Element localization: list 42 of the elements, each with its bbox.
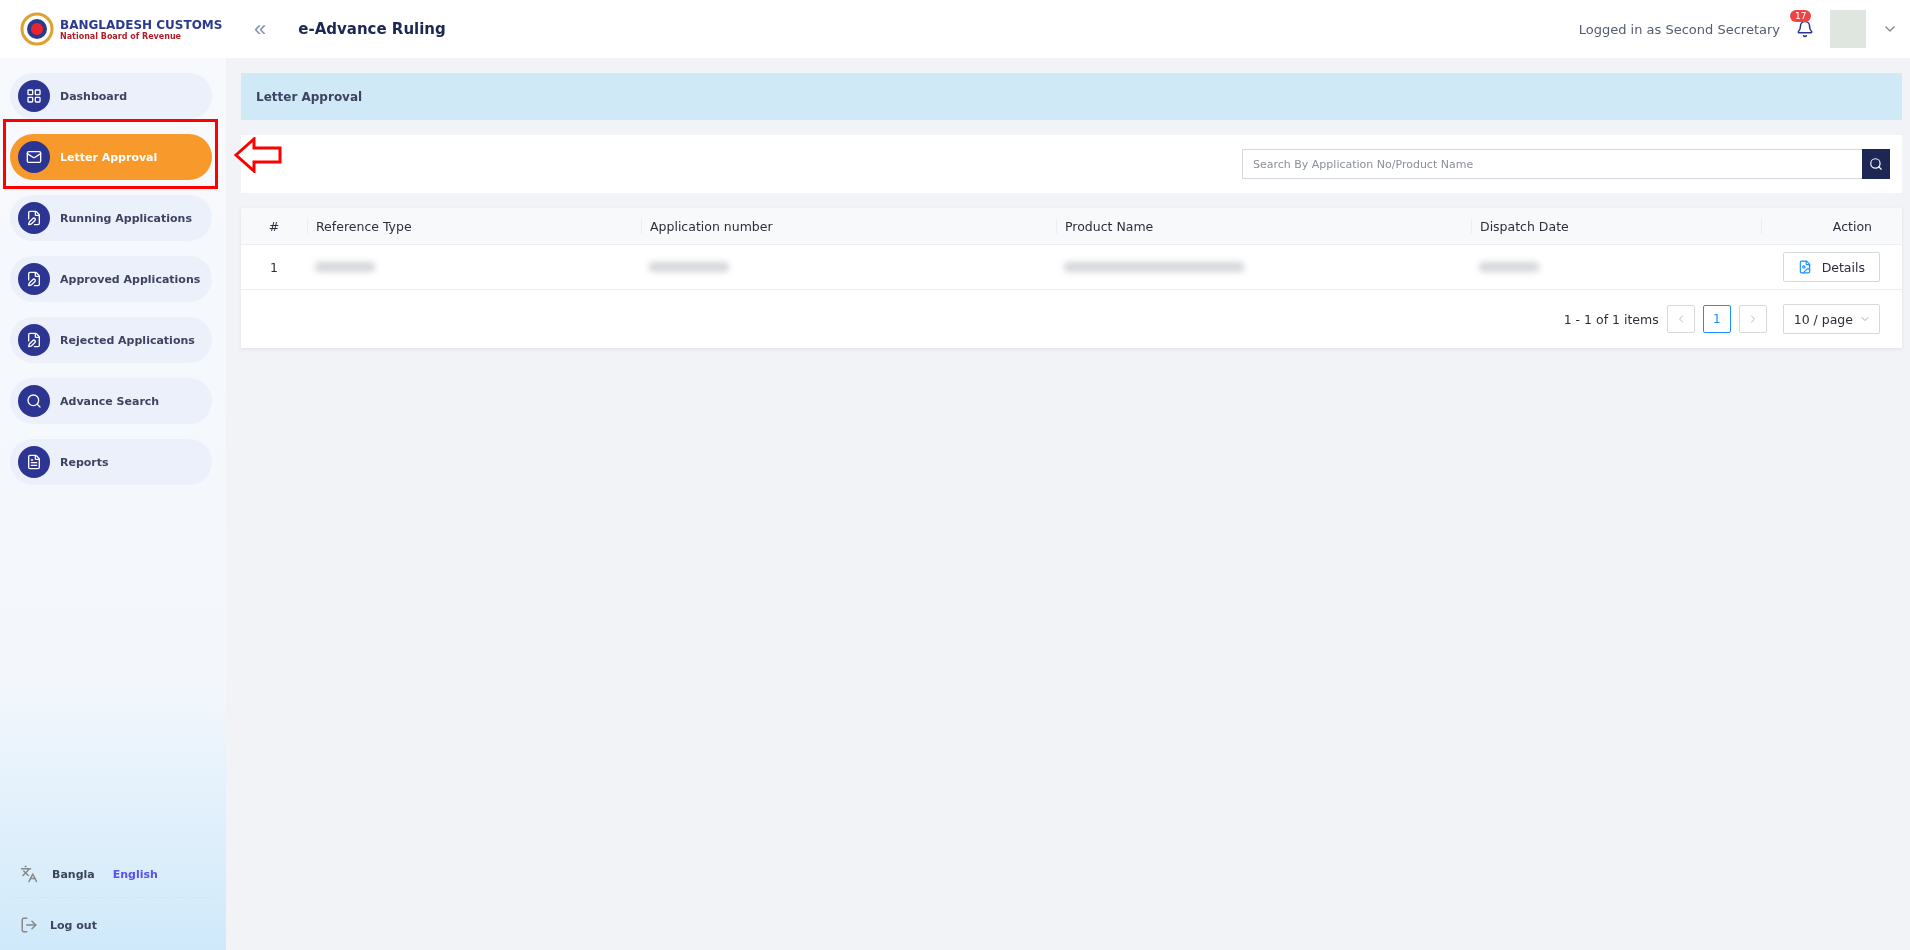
- language-option[interactable]: Bangla: [48, 867, 99, 881]
- table-cell-text: 1: [269, 259, 279, 275]
- bell-icon[interactable]: [1796, 20, 1814, 38]
- sidebar-item[interactable]: Dashboard: [10, 73, 212, 119]
- envelope-icon: [18, 141, 50, 173]
- column-header: Product Name: [1056, 218, 1471, 234]
- pagination-summary: 1 - 1 of 1 items: [1563, 311, 1659, 327]
- search-button[interactable]: [1862, 149, 1890, 179]
- details-button[interactable]: Details: [1782, 252, 1880, 282]
- column-header: Action: [1761, 218, 1902, 234]
- sidebar-item[interactable]: Advance Search: [10, 378, 212, 424]
- sidebar-item[interactable]: Reports: [10, 439, 212, 485]
- logout-button[interactable]: Log out: [10, 898, 226, 940]
- notification-count: 17: [1790, 10, 1812, 22]
- blurred-text: [315, 262, 375, 272]
- brand-title: BANGLADESH CUSTOMS: [60, 17, 223, 32]
- edit-document-icon: [18, 263, 50, 295]
- column-header: Dispatch Date: [1471, 218, 1761, 234]
- column-header: Application number: [641, 218, 1056, 234]
- sidebar-item[interactable]: Approved Applications: [10, 256, 212, 302]
- brand-subtitle: National Board of Revenue: [60, 31, 183, 41]
- page-title-bar: Letter Approval: [241, 73, 1902, 120]
- search-icon: [1869, 157, 1883, 171]
- language-option[interactable]: English: [108, 867, 162, 881]
- translate-icon: [20, 865, 38, 883]
- logout-icon: [20, 916, 38, 934]
- grid-icon: [18, 80, 50, 112]
- document-icon: [18, 446, 50, 478]
- sidebar-item[interactable]: Running Applications: [10, 195, 212, 241]
- sidebar-item[interactable]: Rejected Applications: [10, 317, 212, 363]
- edit-document-icon: [18, 324, 50, 356]
- file-icon: [1797, 260, 1812, 274]
- page-size-select[interactable]: 10 / page: [1782, 304, 1880, 334]
- column-header: Reference Type: [307, 218, 641, 234]
- blurred-text: [1479, 262, 1539, 272]
- app-title: e-Advance Ruling: [298, 20, 446, 38]
- logged-in-label: Logged in as Second Secretary: [1578, 21, 1780, 37]
- edit-document-icon: [18, 202, 50, 234]
- column-header: #: [267, 218, 281, 234]
- search-field[interactable]: Search By Application No/Product Name: [1242, 149, 1862, 179]
- customs-logo-icon: [20, 12, 54, 46]
- search-icon: [18, 385, 50, 417]
